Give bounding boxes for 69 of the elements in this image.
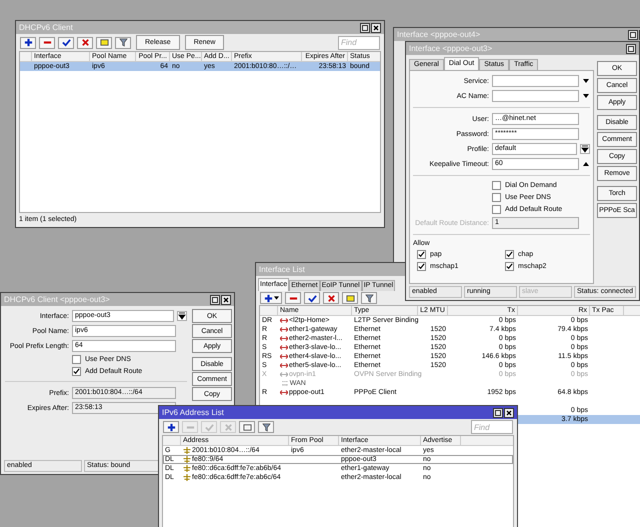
filter-button[interactable] [258,421,274,433]
caret-icon [274,296,278,300]
interface-arrows-icon [280,317,288,324]
cross-icon [224,422,232,432]
checkbox[interactable] [505,250,514,259]
cross-icon [80,38,90,47]
find-field[interactable]: Find [338,36,380,50]
close-icon[interactable] [504,408,514,418]
checkbox[interactable] [492,181,501,190]
disable-button[interactable] [323,292,339,304]
window-title: DHCPv6 Client [19,23,73,32]
plus-icon [166,422,176,432]
interface-arrows-icon [280,326,288,333]
check-icon [204,422,214,432]
interface-arrows-icon [280,389,288,396]
checkbox[interactable] [492,205,501,214]
interface-arrows-icon [280,353,288,360]
checkbox[interactable] [505,262,514,271]
input-field[interactable] [492,90,579,102]
note-icon [100,38,108,47]
maximize-icon[interactable] [210,294,220,304]
address-icon [183,447,191,454]
dropdown-arrow-icon[interactable] [177,311,187,321]
address-icon [183,474,191,481]
maximize-icon[interactable] [493,408,503,418]
checkbox[interactable] [72,355,81,364]
check-icon [308,294,316,302]
enable-button[interactable] [58,36,74,48]
comment-button[interactable] [239,421,255,433]
window-title: Interface <pppoe-out3> [409,44,492,53]
interface-arrows-icon [280,371,288,378]
filter-button[interactable] [115,36,131,48]
window-title: Interface <pppoe-out4> [397,30,480,39]
comment-button[interactable] [96,36,112,48]
address-icon [183,456,191,463]
interface-arrows-icon [280,344,288,351]
checkbox[interactable] [417,262,426,271]
remove-button[interactable] [285,292,301,304]
plus-icon [24,38,32,47]
enable-button[interactable] [304,292,320,304]
filter-button[interactable] [361,292,377,304]
close-icon[interactable] [371,22,381,32]
address-icon [183,465,191,472]
window-title: Interface List [259,265,305,274]
plus-icon [264,294,272,302]
cross-icon [326,294,336,302]
interface-arrows-icon [280,335,288,342]
interface-arrows-icon [280,362,288,369]
close-icon[interactable] [221,294,231,304]
remove-button[interactable] [39,36,55,48]
add-button[interactable] [260,292,282,304]
disable-button[interactable] [77,36,93,48]
checkbox[interactable] [417,250,426,259]
find-field[interactable]: Find [471,420,513,434]
note-icon [242,422,252,432]
funnel-icon [364,294,374,302]
window-title: DHCPv6 Client <pppoe-out3> [4,295,110,304]
add-button[interactable] [163,421,179,433]
add-button[interactable] [20,36,36,48]
note-icon [346,294,354,302]
maximize-icon[interactable] [360,22,370,32]
check-icon [62,38,70,47]
funnel-icon [118,38,128,47]
input-field[interactable] [492,75,579,87]
checkbox[interactable] [72,367,81,376]
dropdown-arrow-icon[interactable] [580,144,590,154]
checkbox[interactable] [492,193,501,202]
comment-button[interactable] [342,292,358,304]
collapse-arrow-icon[interactable] [582,160,590,168]
